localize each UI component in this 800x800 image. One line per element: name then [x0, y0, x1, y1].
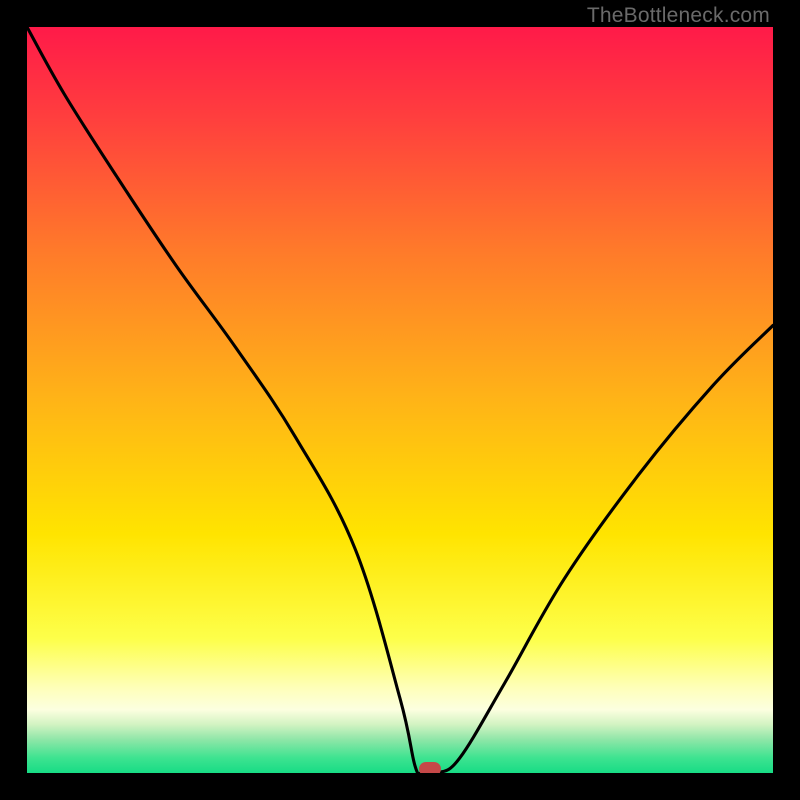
- attribution-text: TheBottleneck.com: [587, 4, 770, 28]
- chart-frame: [27, 27, 773, 773]
- optimal-marker: [419, 762, 441, 773]
- bottleneck-curve: [27, 27, 773, 773]
